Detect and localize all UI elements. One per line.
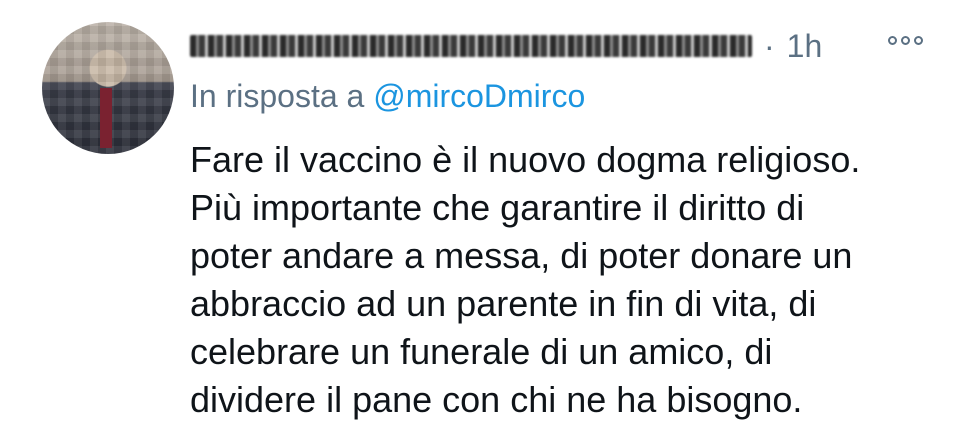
tweet-line: Fare il vaccino è il nuovo dogma religio…	[190, 139, 861, 180]
tweet-line: dividere il pane con chi ne ha bisogno.	[190, 379, 803, 420]
tweet-line: celebrare un funerale di un amico, di	[190, 331, 773, 372]
tweet-line: Più importante che garantire il diritto …	[190, 187, 805, 228]
reply-handle-link[interactable]: @mircoDmirco	[373, 78, 585, 114]
avatar-detail	[100, 88, 112, 148]
avatar[interactable]	[42, 22, 174, 154]
tweet-line: poter andare a messa, di poter donare un	[190, 235, 853, 276]
more-dot	[914, 36, 923, 45]
more-dot	[901, 36, 910, 45]
more-options-icon[interactable]	[888, 36, 923, 45]
tweet-header: · 1h	[190, 22, 822, 70]
more-dot	[888, 36, 897, 45]
tweet-text: Fare il vaccino è il nuovo dogma religio…	[190, 136, 950, 424]
reply-context: In risposta a @mircoDmirco	[190, 78, 585, 115]
reply-prefix: In risposta a	[190, 78, 365, 114]
tweet-line: abbraccio ad un parente in fin di vita, …	[190, 283, 817, 324]
separator-dot: ·	[764, 27, 775, 64]
display-name-redacted[interactable]	[190, 35, 752, 57]
timestamp[interactable]: 1h	[787, 28, 823, 65]
